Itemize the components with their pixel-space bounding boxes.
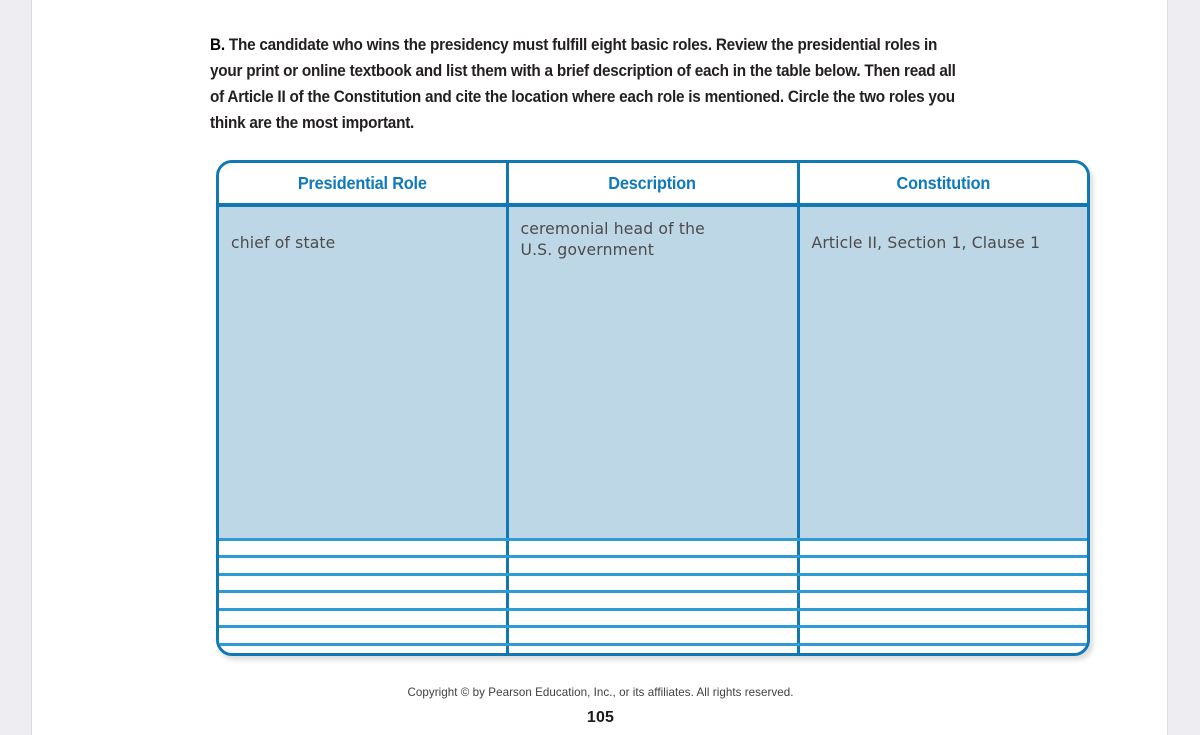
cell-role-text (219, 628, 506, 642)
cell-role-text (219, 558, 506, 572)
exercise-marker: B. (210, 36, 225, 55)
page-number: 105 (586, 709, 615, 726)
cell-description-text (509, 558, 797, 572)
table-row (219, 556, 1088, 576)
cell-description[interactable] (507, 539, 800, 559)
cell-description[interactable] (507, 556, 800, 576)
column-header-constitution: Constitution (798, 163, 1087, 207)
cell-constitution-text (800, 628, 1088, 642)
cell-constitution-text (800, 646, 1088, 653)
cell-constitution-text (800, 611, 1088, 625)
cell-description-text (509, 593, 797, 607)
table-row (219, 626, 1088, 646)
cell-constitution-text (800, 541, 1088, 555)
cell-role[interactable] (219, 609, 509, 629)
cell-role-text (219, 593, 506, 607)
cell-role[interactable] (219, 574, 509, 594)
screenshot-viewport: B. The candidate who wins the presidency… (0, 0, 1200, 735)
cell-description-line-2: U.S. government (520, 241, 654, 259)
cell-role[interactable] (219, 539, 509, 559)
cell-role[interactable] (219, 626, 509, 646)
cell-role-text (219, 646, 506, 653)
column-header-label: Description (608, 172, 697, 193)
column-header-description: Description (507, 163, 800, 207)
table-row (219, 539, 1088, 559)
cell-role-text (219, 576, 506, 590)
cell-description-text (509, 576, 797, 590)
cell-description[interactable] (507, 626, 800, 646)
page-content: B. The candidate who wins the presidency… (32, 0, 1169, 735)
cell-constitution[interactable] (798, 591, 1088, 611)
cell-constitution[interactable]: Article II, Section 1, Clause 1 (798, 205, 1087, 542)
cell-description[interactable] (507, 609, 800, 629)
cell-role[interactable] (219, 644, 509, 653)
cell-constitution-text (800, 576, 1088, 590)
exercise-prompt: B. The candidate who wins the presidency… (210, 32, 971, 136)
cell-description-text (509, 628, 797, 642)
cell-description[interactable] (507, 591, 800, 611)
presidential-roles-table-wrapper: Presidential Role Description Constituti… (216, 160, 1090, 656)
cell-description[interactable]: ceremonial head of the U.S. government (507, 205, 800, 542)
presidential-roles-table: Presidential Role Description Constituti… (216, 160, 1090, 656)
cell-role-text: chief of state (231, 234, 336, 252)
cell-constitution[interactable] (798, 556, 1088, 576)
cell-constitution[interactable] (798, 609, 1088, 629)
table-row (219, 591, 1088, 611)
column-header-label: Constitution (896, 172, 991, 193)
cell-description-text (509, 611, 797, 625)
cell-constitution-text: Article II, Section 1, Clause 1 (811, 234, 1041, 252)
column-header-label: Presidential Role (297, 172, 427, 193)
exercise-prompt-text: The candidate who wins the presidency mu… (210, 36, 956, 133)
table-row: chief of state ceremonial head of the U.… (219, 205, 1087, 542)
cell-role[interactable]: chief of state (219, 205, 509, 542)
cell-description-text (509, 541, 797, 555)
cell-constitution[interactable] (798, 626, 1088, 646)
table-row (219, 644, 1087, 653)
table-row (219, 609, 1088, 629)
cell-role[interactable] (219, 591, 509, 611)
cell-constitution-text (800, 593, 1088, 607)
cell-description-line-1: ceremonial head of the (520, 220, 705, 238)
cell-constitution[interactable] (798, 574, 1088, 594)
cell-description[interactable] (507, 574, 800, 594)
cell-description-text (509, 646, 797, 653)
cell-constitution-text (800, 558, 1088, 572)
worksheet-page: B. The candidate who wins the presidency… (31, 0, 1168, 735)
cell-role[interactable] (219, 556, 509, 576)
column-header-presidential-role: Presidential Role (219, 163, 509, 207)
copyright-notice: Copyright © by Pearson Education, Inc., … (407, 686, 794, 699)
cell-role-text (219, 541, 506, 555)
table-header-row: Presidential Role Description Constituti… (219, 163, 1087, 207)
table-row (219, 574, 1088, 594)
cell-constitution[interactable] (798, 539, 1088, 559)
cell-description[interactable] (507, 644, 800, 653)
cell-constitution[interactable] (798, 644, 1087, 653)
cell-role-text (219, 611, 506, 625)
